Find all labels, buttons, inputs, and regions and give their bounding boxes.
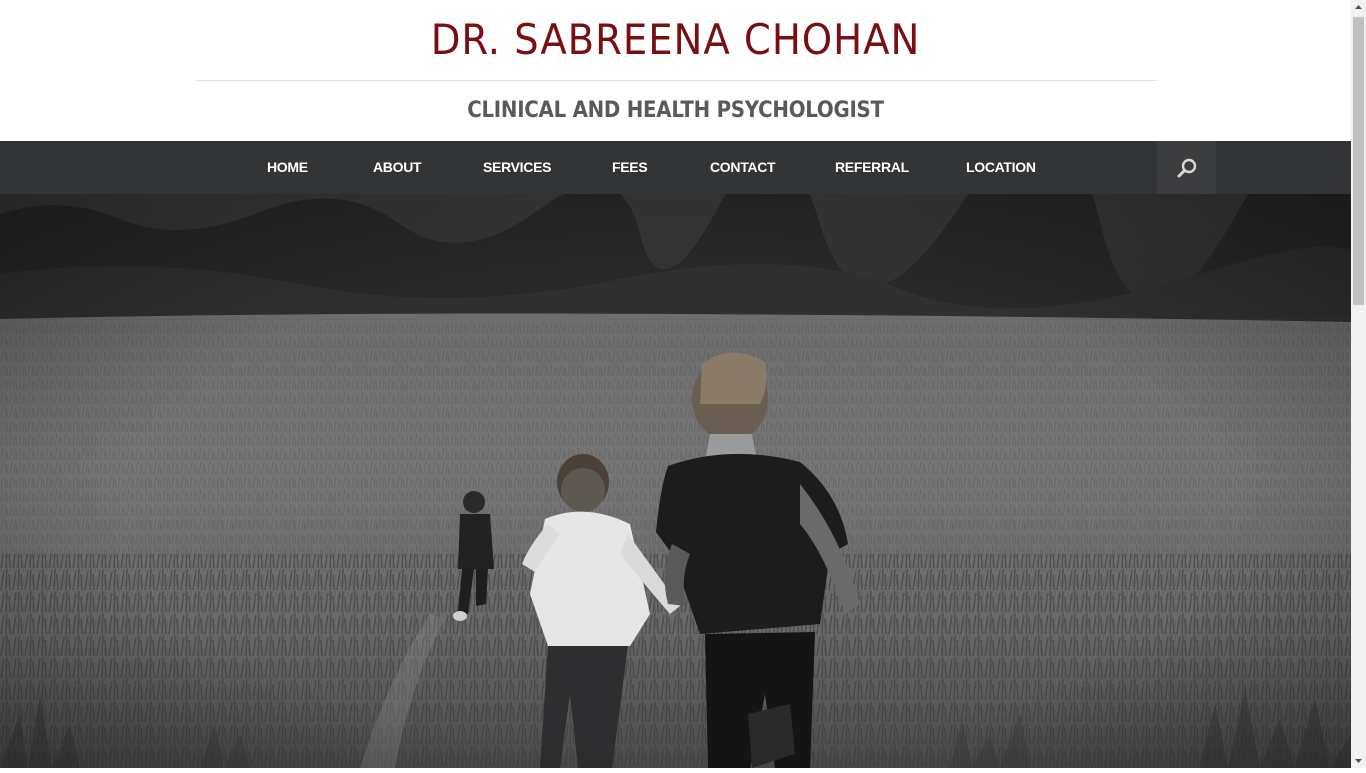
nav-item-location[interactable]: LOCATION xyxy=(966,141,1036,194)
nav-item-about[interactable]: ABOUT xyxy=(373,141,422,194)
search-button[interactable] xyxy=(1157,141,1216,194)
nav-item-referral[interactable]: REFERRAL xyxy=(835,141,909,194)
vertical-scrollbar[interactable] xyxy=(1351,0,1366,768)
header-divider xyxy=(196,80,1157,81)
scroll-down-arrow-icon[interactable] xyxy=(1351,753,1366,768)
nav-item-home[interactable]: HOME xyxy=(267,141,308,194)
main-nav: HOME ABOUT SERVICES FEES CONTACT REFERRA… xyxy=(0,141,1351,194)
site-tagline: CLINICAL AND HEALTH PSYCHOLOGIST xyxy=(467,98,884,123)
nav-item-services[interactable]: SERVICES xyxy=(483,141,551,194)
hero-image xyxy=(0,194,1351,768)
scroll-up-arrow-icon[interactable] xyxy=(1351,0,1366,15)
scroll-thumb[interactable] xyxy=(1353,17,1364,305)
site-title[interactable]: DR. SABREENA CHOHAN xyxy=(54,14,1297,66)
hero-photo xyxy=(0,194,1351,768)
search-icon xyxy=(1177,158,1197,178)
nav-item-fees[interactable]: FEES xyxy=(612,141,648,194)
page: DR. SABREENA CHOHAN CLINICAL AND HEALTH … xyxy=(0,0,1351,768)
nav-item-contact[interactable]: CONTACT xyxy=(710,141,776,194)
site-header: DR. SABREENA CHOHAN CLINICAL AND HEALTH … xyxy=(0,0,1351,141)
